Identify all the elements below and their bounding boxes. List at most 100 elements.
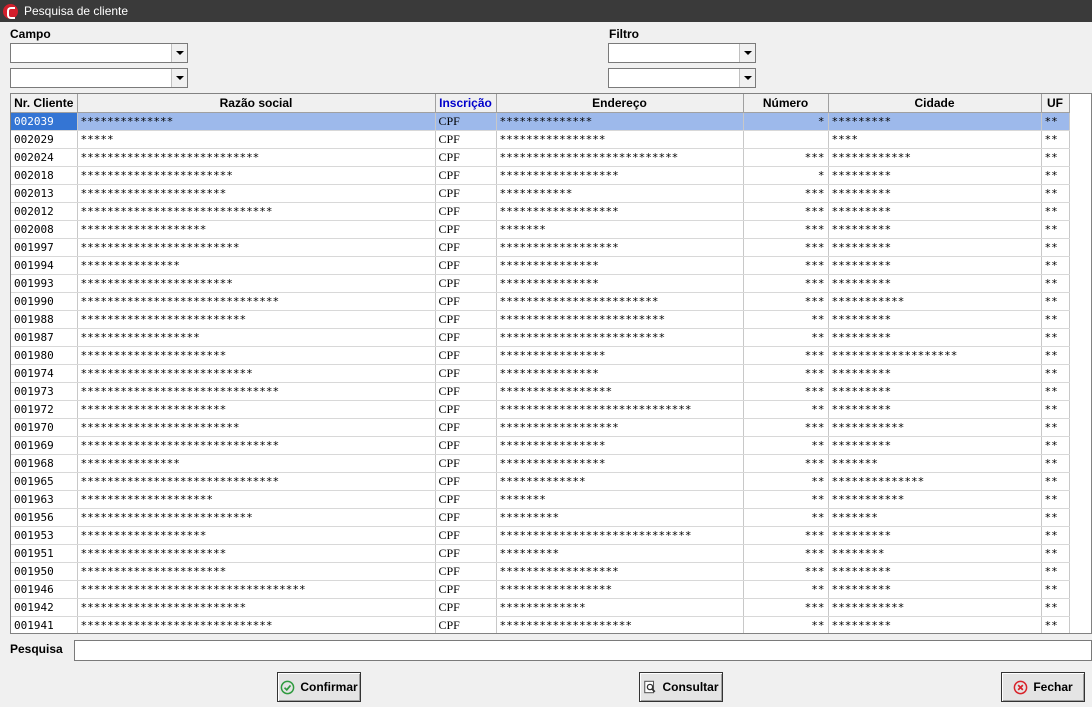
campo-select-1-dropdown[interactable] (171, 44, 187, 62)
column-header-cidade[interactable]: Cidade (828, 94, 1042, 113)
cell-razao-social: ************************* (77, 598, 436, 617)
cell-inscricao: CPF (435, 238, 497, 257)
cell-nr-cliente: 001969 (11, 436, 78, 455)
cell-endereco: ****************** (496, 238, 744, 257)
cell-endereco: *************** (496, 274, 744, 293)
table-row[interactable]: 001969 ****************************** CPF *… (11, 436, 1070, 455)
cell-endereco: ************* (496, 472, 744, 491)
cell-uf: ** (1041, 418, 1070, 437)
table-row[interactable]: 002018 *********************** CPF ********… (11, 166, 1070, 185)
table-row[interactable]: 001990 ****************************** CPF *… (11, 292, 1070, 311)
campo-select-1[interactable] (10, 43, 188, 63)
cell-nr-cliente: 001973 (11, 382, 78, 401)
cell-inscricao: CPF (435, 148, 497, 167)
campo-select-2-dropdown[interactable] (171, 69, 187, 87)
table-row[interactable]: 001968 *************** CPF ****************… (11, 454, 1070, 473)
cell-inscricao: CPF (435, 130, 497, 149)
column-header-uf[interactable]: UF (1041, 94, 1070, 113)
cell-uf: ** (1041, 526, 1070, 545)
cell-nr-cliente: 002039 (11, 112, 78, 131)
cell-uf: ** (1041, 148, 1070, 167)
table-row[interactable]: 001963 ******************** CPF ******* ** **… (11, 490, 1070, 509)
table-row[interactable]: 002039 ************** CPF ************** * **… (11, 112, 1070, 131)
cell-inscricao: CPF (435, 418, 497, 437)
table-row[interactable]: 001997 ************************ CPF *******… (11, 238, 1070, 257)
cell-razao-social: ****************** (77, 328, 436, 347)
filtro-select-2-dropdown[interactable] (739, 69, 755, 87)
column-header-razao-social[interactable]: Razão social (77, 94, 436, 113)
cell-cidade: ******************* (828, 346, 1042, 365)
table-row[interactable]: 001956 ************************** CPF *****… (11, 508, 1070, 527)
cell-endereco: ******* (496, 490, 744, 509)
table-row[interactable]: 001980 ********************** CPF *********… (11, 346, 1070, 365)
table-row[interactable]: 001987 ****************** CPF *************… (11, 328, 1070, 347)
table-row[interactable]: 001994 *************** CPF *************** *… (11, 256, 1070, 275)
column-header-endereco[interactable]: Endereço (496, 94, 744, 113)
search-input[interactable] (74, 640, 1092, 661)
table-row[interactable]: 001993 *********************** CPF ********… (11, 274, 1070, 293)
column-header-numero[interactable]: Número (743, 94, 829, 113)
cell-uf: ** (1041, 238, 1070, 257)
column-header-nr-cliente[interactable]: Nr. Cliente (11, 94, 78, 113)
table-row[interactable]: 002013 ********************** CPF *********… (11, 184, 1070, 203)
cell-endereco: ************* (496, 598, 744, 617)
campo-select-2[interactable] (10, 68, 188, 88)
cell-razao-social: ****************************** (77, 472, 436, 491)
consultar-button[interactable]: Consultar (639, 672, 723, 702)
cell-numero: *** (743, 418, 829, 437)
table-row[interactable]: 002024 *************************** CPF ****… (11, 148, 1070, 167)
table-row[interactable]: 001974 ************************** CPF *****… (11, 364, 1070, 383)
fechar-button[interactable]: Fechar (1001, 672, 1085, 702)
cell-cidade: ********* (828, 112, 1042, 131)
cell-inscricao: CPF (435, 580, 497, 599)
cell-razao-social: ************** (77, 112, 436, 131)
table-row[interactable]: 001953 ******************* CPF ************… (11, 526, 1070, 545)
table-row[interactable]: 002029 ***** CPF **************** **** ** (11, 130, 1070, 149)
cell-nr-cliente: 001963 (11, 490, 78, 509)
cell-numero: ** (743, 310, 829, 329)
table-row[interactable]: 001972 ********************** CPF *********… (11, 400, 1070, 419)
cell-cidade: ********* (828, 238, 1042, 257)
cell-uf: ** (1041, 202, 1070, 221)
table-row[interactable]: 001970 ************************ CPF *******… (11, 418, 1070, 437)
cell-uf: ** (1041, 274, 1070, 293)
cell-inscricao: CPF (435, 292, 497, 311)
table-row[interactable]: 001951 ********************** CPF *********… (11, 544, 1070, 563)
cell-uf: ** (1041, 562, 1070, 581)
cell-nr-cliente: 001980 (11, 346, 78, 365)
clients-grid[interactable]: Nr. Cliente Razão social Inscrição Endereço… (10, 93, 1092, 634)
cell-endereco: **************** (496, 436, 744, 455)
close-circle-icon (1013, 680, 1028, 695)
cell-cidade: ******* (828, 454, 1042, 473)
cell-endereco: *********** (496, 184, 744, 203)
cell-inscricao: CPF (435, 274, 497, 293)
cell-nr-cliente: 001987 (11, 328, 78, 347)
table-row[interactable]: 001942 ************************* CPF ******… (11, 598, 1070, 617)
cell-endereco: *************** (496, 256, 744, 275)
cell-numero: * (743, 166, 829, 185)
cell-numero: *** (743, 148, 829, 167)
cell-cidade: **** (828, 130, 1042, 149)
cell-razao-social: ******************** (77, 490, 436, 509)
table-row[interactable]: 001946 **********************************… (11, 580, 1070, 599)
filtro-select-2[interactable] (608, 68, 756, 88)
column-header-inscricao[interactable]: Inscrição (435, 94, 497, 113)
filtro-select-1-dropdown[interactable] (739, 44, 755, 62)
filtro-select-1[interactable] (608, 43, 756, 63)
table-row[interactable]: 001965 ****************************** CPF *… (11, 472, 1070, 491)
table-row[interactable]: 001950 ********************** CPF *********… (11, 562, 1070, 581)
cell-cidade: ******* (828, 508, 1042, 527)
search-label: Pesquisa (10, 642, 63, 656)
table-row[interactable]: 001973 ****************************** CPF *… (11, 382, 1070, 401)
cell-uf: ** (1041, 382, 1070, 401)
cell-numero: *** (743, 274, 829, 293)
table-row[interactable]: 001988 ************************* CPF ******… (11, 310, 1070, 329)
cell-razao-social: ******************* (77, 220, 436, 239)
cell-numero: *** (743, 598, 829, 617)
confirmar-button[interactable]: Confirmar (277, 672, 361, 702)
table-row[interactable]: 002008 ******************* CPF ******* *** **… (11, 220, 1070, 239)
table-row[interactable]: 002012 ***************************** CPF **… (11, 202, 1070, 221)
table-row[interactable]: 001941 ***************************** CPF **… (11, 616, 1070, 633)
cell-nr-cliente: 001941 (11, 616, 78, 633)
campo-select-2-value (11, 69, 171, 87)
